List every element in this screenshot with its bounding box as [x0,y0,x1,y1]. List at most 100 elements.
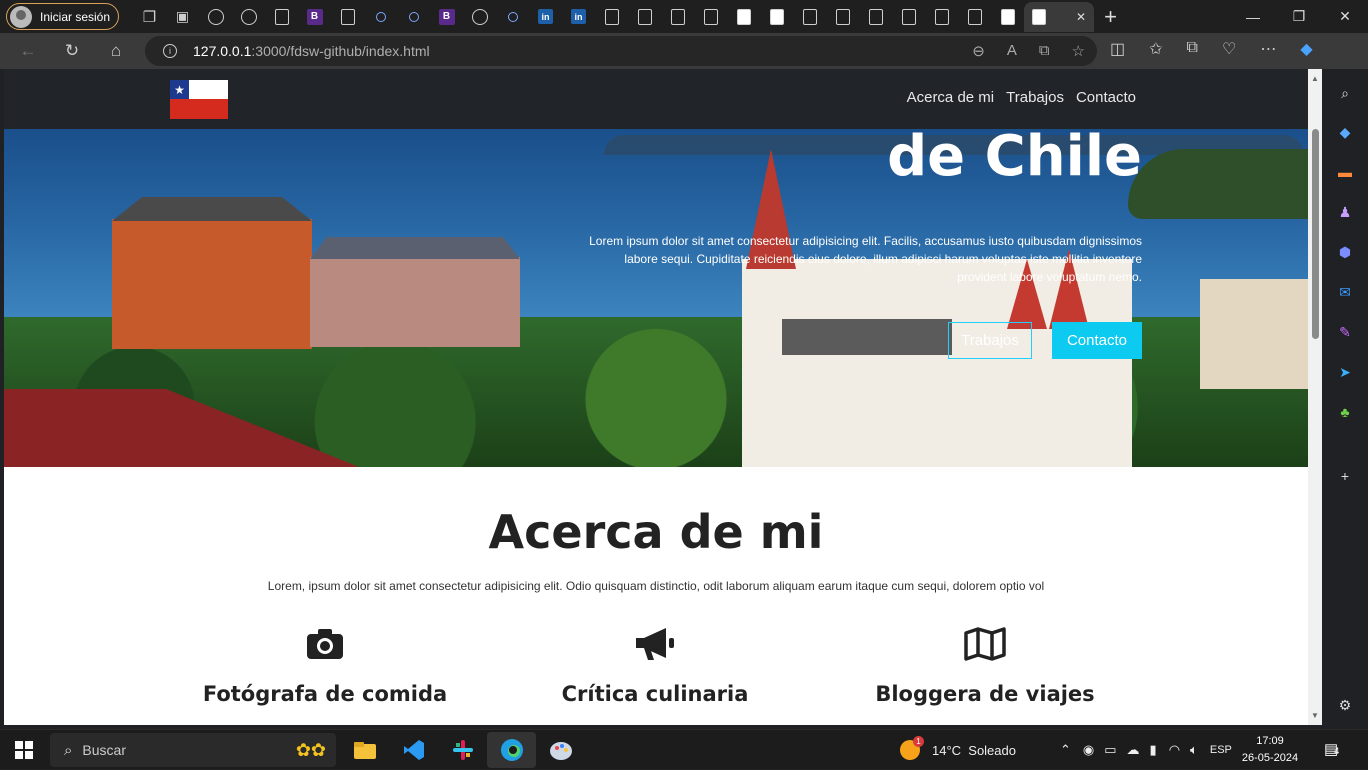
tab-github[interactable] [232,2,265,32]
flag-star-icon: ★ [170,80,189,99]
works-button[interactable]: Trabajos [948,322,1032,359]
address-bar[interactable]: i 127.0.0.1 :3000/fdsw-github/index.html… [145,36,1097,66]
send-icon[interactable]: ➤ [1335,362,1355,382]
maximize-icon[interactable]: ❐ [1276,0,1322,33]
favorites-icon[interactable]: ✩ [1149,39,1162,59]
tab-bootstrap[interactable]: B [430,2,463,32]
vscode-icon[interactable] [389,732,438,768]
windows-start-icon[interactable] [15,741,33,759]
tab-linkedin[interactable]: in [562,2,595,32]
scroll-up-icon[interactable]: ▲ [1311,74,1319,83]
tab-page[interactable] [727,2,760,32]
file-explorer-icon[interactable] [340,732,389,768]
read-aloud-icon[interactable]: A [1007,42,1017,60]
favorite-star-icon[interactable]: ☆ [1072,42,1085,60]
tab-page[interactable] [760,2,793,32]
collections-icon[interactable]: ⧉ [1187,39,1198,59]
zoom-icon[interactable]: ⊖ [972,42,985,60]
record-icon[interactable]: ◉ [1083,742,1094,758]
outlook-icon[interactable]: ✉ [1335,282,1355,302]
nav-link-works[interactable]: Trabajos [1006,89,1064,106]
home-icon[interactable]: ⌂ [103,39,129,63]
tree-icon[interactable]: ♣ [1335,402,1355,422]
cloud-icon[interactable]: ☁ [1127,742,1140,758]
shopping-icon[interactable]: ◆ [1335,122,1355,142]
browser-tab-strip: Iniciar sesión ❐ ▣ B B in in ✕ + — ❐ ✕ [0,0,1368,33]
split-screen-icon[interactable]: ◫ [1110,39,1125,59]
nav-link-contact[interactable]: Contacto [1076,89,1136,106]
hero-building [112,197,312,349]
tab-search[interactable] [496,2,529,32]
tab-page[interactable] [265,2,298,32]
tab-page[interactable] [958,2,991,32]
nav-link-about[interactable]: Acerca de mi [907,89,995,106]
tab-actions[interactable]: ▣ [166,2,199,32]
info-icon[interactable]: i [163,44,177,58]
page-icon [901,8,916,25]
refresh-icon[interactable]: ↻ [59,39,85,63]
tab-page[interactable] [595,2,628,32]
search-icon[interactable]: ⌕ [1335,83,1355,103]
tab-page[interactable] [925,2,958,32]
microsoft365-icon[interactable]: ⬢ [1335,242,1355,262]
weather-icon[interactable]: 1 [900,736,924,760]
tab-page[interactable] [826,2,859,32]
taskbar-clock[interactable]: 17:09 26-05-2024 [1240,733,1300,767]
slack-icon[interactable] [438,732,487,768]
copilot-icon[interactable]: ◆ [1300,39,1312,59]
page-icon [703,8,718,25]
taskbar-search[interactable]: ⌕ Buscar ✿✿ [50,733,336,767]
close-window-icon[interactable]: ✕ [1322,0,1368,33]
tab-github[interactable] [463,2,496,32]
tab-page[interactable] [793,2,826,32]
profile-button[interactable]: Iniciar sesión [6,3,119,30]
language-indicator[interactable]: ESP [1210,744,1232,756]
scroll-down-icon[interactable]: ▼ [1311,711,1319,720]
search-icon: ⌕ [64,741,73,759]
add-icon[interactable]: + [1335,466,1355,486]
volume-icon[interactable]: 🔈︎ [1190,742,1198,758]
settings-gear-icon[interactable]: ⚙ [1335,695,1355,715]
page-scrollbar[interactable]: ▲ ▼ [1308,69,1322,725]
megaphone-icon [505,624,805,664]
tab-page[interactable] [991,2,1024,32]
tab-search[interactable] [364,2,397,32]
tab-page[interactable] [694,2,727,32]
immersive-reader-icon[interactable]: ⧉ [1039,42,1050,60]
wifi-icon[interactable]: ◠ [1169,742,1180,758]
performance-icon[interactable]: ♡ [1222,39,1236,59]
more-icon[interactable]: ⋯ [1260,39,1276,59]
tab-search[interactable] [397,2,430,32]
contact-button[interactable]: Contacto [1052,322,1142,359]
meet-icon[interactable]: ▭ [1104,742,1116,758]
page-icon [1000,8,1015,25]
games-icon[interactable]: ♟ [1335,202,1355,222]
tab-active[interactable]: ✕ [1024,1,1094,32]
chile-flag-logo[interactable]: ★ [170,80,228,119]
battery-icon[interactable]: ▮ [1150,742,1157,758]
tools-icon[interactable]: ▬ [1335,162,1355,182]
designer-icon[interactable]: ✎ [1335,322,1355,342]
paint-icon[interactable] [536,732,585,768]
back-icon[interactable]: ← [15,39,41,63]
tab-page[interactable] [859,2,892,32]
scroll-thumb[interactable] [1312,129,1319,339]
close-icon[interactable]: ✕ [1076,10,1086,24]
tab-page[interactable] [661,2,694,32]
edge-sidebar: ⌕ ◆ ▬ ♟ ⬢ ✉ ✎ ➤ ♣ + ⚙ [1322,69,1368,725]
chevron-up-icon[interactable]: ⌃ [1060,742,1071,758]
minimize-icon[interactable]: — [1230,0,1276,33]
tab-google[interactable] [199,2,232,32]
page-icon [604,8,619,25]
tab-workspaces[interactable]: ❐ [133,2,166,32]
tab-linkedin[interactable]: in [529,2,562,32]
tab-page[interactable] [628,2,661,32]
new-tab-button[interactable]: + [1094,2,1127,32]
tab-page[interactable] [892,2,925,32]
edge-icon[interactable] [487,732,536,768]
notifications-icon[interactable]: ▤4 [1324,740,1339,758]
weather-text[interactable]: 14°C Soleado [932,743,1050,758]
address-bar-icons: ⊖ A ⧉ ☆ [972,42,1085,60]
tab-page[interactable] [331,2,364,32]
tab-bootstrap[interactable]: B [298,2,331,32]
